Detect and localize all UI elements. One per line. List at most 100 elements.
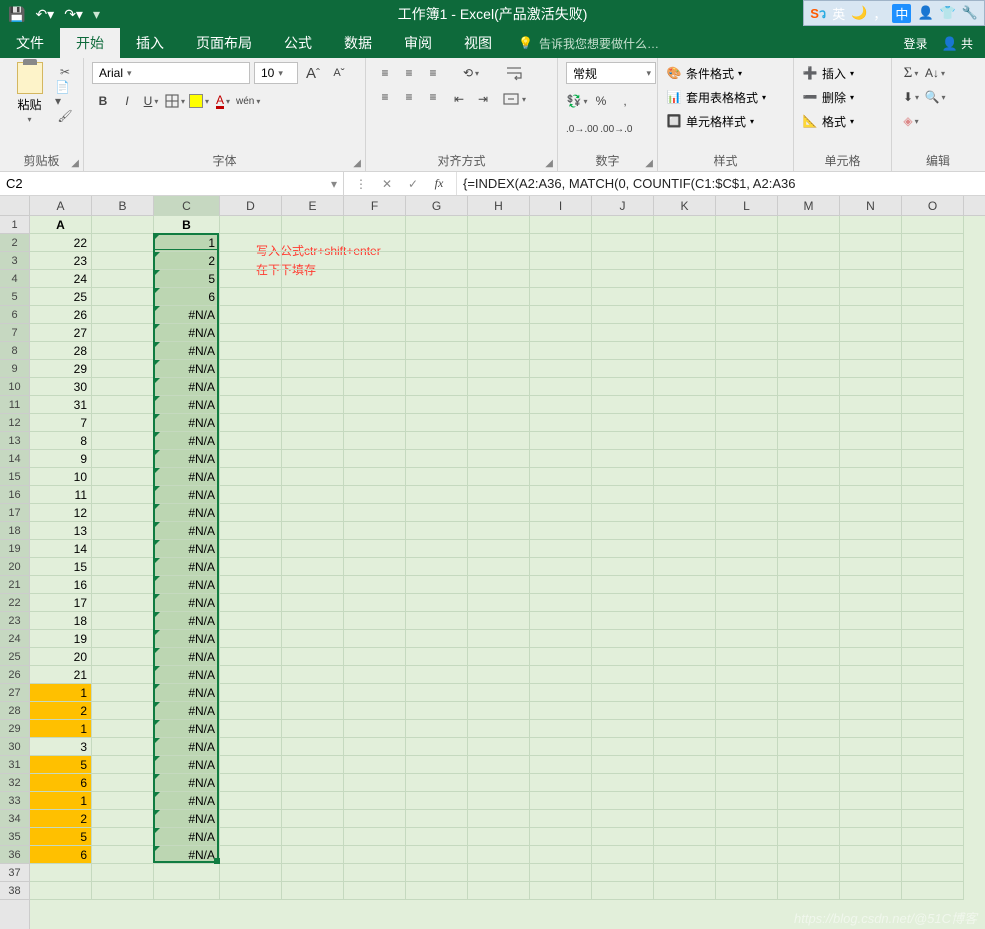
cell-B8[interactable] (92, 342, 154, 360)
cell-J36[interactable] (592, 846, 654, 864)
cell-D15[interactable] (220, 468, 282, 486)
cell-G12[interactable] (406, 414, 468, 432)
cell-O23[interactable] (902, 612, 964, 630)
cell-C29[interactable]: #N/A (154, 720, 220, 738)
cell-O7[interactable] (902, 324, 964, 342)
cell-M1[interactable] (778, 216, 840, 234)
cell-M13[interactable] (778, 432, 840, 450)
cell-D21[interactable] (220, 576, 282, 594)
cell-N27[interactable] (840, 684, 902, 702)
font-color-button[interactable]: A (212, 90, 234, 112)
cell-E2[interactable] (282, 234, 344, 252)
cell-C32[interactable]: #N/A (154, 774, 220, 792)
cell-J37[interactable] (592, 864, 654, 882)
cell-L16[interactable] (716, 486, 778, 504)
fill-button[interactable]: ⬇ (900, 86, 922, 108)
moon-icon[interactable]: 🌙 (851, 5, 867, 21)
underline-button[interactable]: U (140, 90, 162, 112)
accounting-format-icon[interactable]: 💱 (566, 90, 588, 112)
cell-M20[interactable] (778, 558, 840, 576)
cell-I5[interactable] (530, 288, 592, 306)
cell-G7[interactable] (406, 324, 468, 342)
cell-B12[interactable] (92, 414, 154, 432)
cell-E17[interactable] (282, 504, 344, 522)
cell-C23[interactable]: #N/A (154, 612, 220, 630)
cell-K28[interactable] (654, 702, 716, 720)
col-header-C[interactable]: C (154, 196, 220, 216)
cell-N17[interactable] (840, 504, 902, 522)
cell-N3[interactable] (840, 252, 902, 270)
cell-D1[interactable] (220, 216, 282, 234)
cell-I7[interactable] (530, 324, 592, 342)
cell-C26[interactable]: #N/A (154, 666, 220, 684)
cell-F7[interactable] (344, 324, 406, 342)
cell-N9[interactable] (840, 360, 902, 378)
row-header-8[interactable]: 8 (0, 342, 29, 360)
cell-J38[interactable] (592, 882, 654, 900)
cell-J11[interactable] (592, 396, 654, 414)
formula-input[interactable]: {=INDEX(A2:A36, MATCH(0, COUNTIF(C1:$C$1… (457, 172, 985, 195)
cell-C14[interactable]: #N/A (154, 450, 220, 468)
cell-I21[interactable] (530, 576, 592, 594)
cell-A37[interactable] (30, 864, 92, 882)
cell-B34[interactable] (92, 810, 154, 828)
cell-D22[interactable] (220, 594, 282, 612)
cell-N8[interactable] (840, 342, 902, 360)
cell-L23[interactable] (716, 612, 778, 630)
cell-O17[interactable] (902, 504, 964, 522)
cell-C2[interactable]: 1 (154, 234, 220, 252)
cell-B33[interactable] (92, 792, 154, 810)
cell-K31[interactable] (654, 756, 716, 774)
cell-D33[interactable] (220, 792, 282, 810)
ime-person-icon[interactable]: 👤 (917, 5, 933, 21)
cell-H24[interactable] (468, 630, 530, 648)
cell-E28[interactable] (282, 702, 344, 720)
cell-O10[interactable] (902, 378, 964, 396)
tab-page-layout[interactable]: 页面布局 (180, 28, 268, 58)
row-header-26[interactable]: 26 (0, 666, 29, 684)
col-header-B[interactable]: B (92, 196, 154, 216)
cell-M38[interactable] (778, 882, 840, 900)
cell-B30[interactable] (92, 738, 154, 756)
cell-K14[interactable] (654, 450, 716, 468)
cell-F19[interactable] (344, 540, 406, 558)
cell-G27[interactable] (406, 684, 468, 702)
cell-B2[interactable] (92, 234, 154, 252)
cell-C18[interactable]: #N/A (154, 522, 220, 540)
row-header-19[interactable]: 19 (0, 540, 29, 558)
cell-C12[interactable]: #N/A (154, 414, 220, 432)
cell-M28[interactable] (778, 702, 840, 720)
cell-L29[interactable] (716, 720, 778, 738)
cell-O26[interactable] (902, 666, 964, 684)
cell-J5[interactable] (592, 288, 654, 306)
row-header-28[interactable]: 28 (0, 702, 29, 720)
decrease-indent-icon[interactable]: ⇤ (448, 88, 470, 110)
cell-B5[interactable] (92, 288, 154, 306)
cell-M18[interactable] (778, 522, 840, 540)
cell-M3[interactable] (778, 252, 840, 270)
row-header-34[interactable]: 34 (0, 810, 29, 828)
cell-K36[interactable] (654, 846, 716, 864)
cell-O24[interactable] (902, 630, 964, 648)
row-header-6[interactable]: 6 (0, 306, 29, 324)
ime-shirt-icon[interactable]: 👕 (940, 5, 956, 21)
cell-G9[interactable] (406, 360, 468, 378)
cell-C3[interactable]: 2 (154, 252, 220, 270)
cell-B20[interactable] (92, 558, 154, 576)
cell-L27[interactable] (716, 684, 778, 702)
cell-O38[interactable] (902, 882, 964, 900)
cell-F27[interactable] (344, 684, 406, 702)
cell-M12[interactable] (778, 414, 840, 432)
cell-G3[interactable] (406, 252, 468, 270)
cell-D12[interactable] (220, 414, 282, 432)
cell-L13[interactable] (716, 432, 778, 450)
cell-M29[interactable] (778, 720, 840, 738)
cell-H9[interactable] (468, 360, 530, 378)
cell-K15[interactable] (654, 468, 716, 486)
cell-K9[interactable] (654, 360, 716, 378)
cell-L35[interactable] (716, 828, 778, 846)
cell-J16[interactable] (592, 486, 654, 504)
cell-G38[interactable] (406, 882, 468, 900)
qat-customize-icon[interactable]: ▾ (93, 6, 100, 23)
copy-icon[interactable]: 📄▾ (55, 84, 75, 104)
